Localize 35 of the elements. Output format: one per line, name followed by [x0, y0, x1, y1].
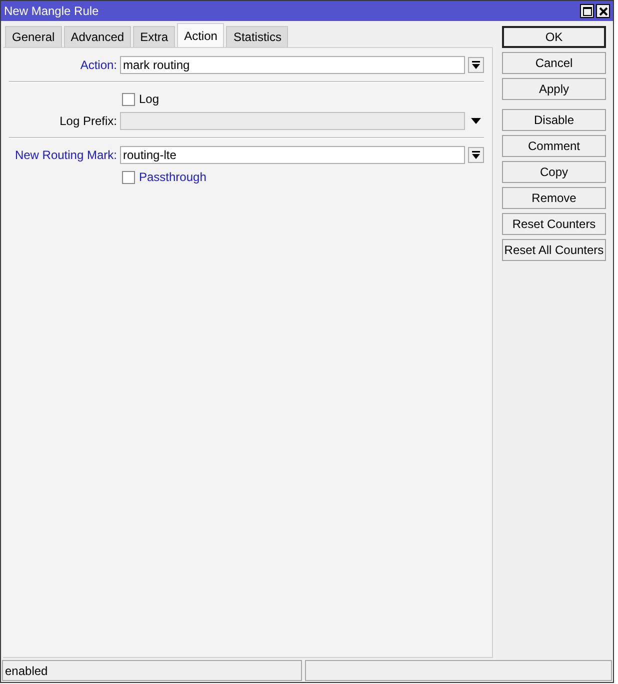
dialog-button[interactable]: Reset All Counters [502, 239, 606, 261]
field-label: New Routing Mark: [14, 147, 118, 164]
maximize-button[interactable] [580, 4, 594, 18]
arrow-down-icon[interactable] [471, 118, 481, 124]
maximize-icon [582, 6, 592, 16]
dialog-button[interactable]: Comment [502, 135, 606, 157]
field-label: Log Prefix: [58, 113, 118, 130]
close-button[interactable] [596, 4, 610, 18]
dropdown-button[interactable] [468, 147, 484, 163]
tab[interactable]: Advanced [64, 26, 132, 47]
field-label: Action: [79, 57, 118, 74]
tab[interactable]: General [5, 26, 62, 47]
dialog-button[interactable]: OK [502, 26, 606, 48]
dialog-button[interactable]: Cancel [502, 52, 606, 74]
checkbox-label: Log [139, 91, 160, 108]
dropdown-button[interactable] [468, 57, 484, 73]
dialog-button[interactable]: Reset Counters [502, 213, 606, 235]
combo-field[interactable]: mark routing [120, 56, 465, 74]
dialog-button[interactable]: Disable [502, 109, 606, 131]
checkbox[interactable] [122, 170, 135, 184]
dialog-button[interactable]: Apply [502, 78, 606, 100]
dialog-button[interactable]: Remove [502, 187, 606, 209]
tab[interactable]: Statistics [226, 26, 288, 47]
checkbox-label: Passthrough [139, 169, 206, 186]
window-title: New Mangle Rule [4, 3, 99, 20]
checkbox[interactable] [122, 92, 135, 106]
combo-field[interactable]: routing-lte [120, 146, 465, 164]
close-icon [598, 6, 608, 16]
tab[interactable]: Action [177, 23, 224, 47]
status-text: enabled [2, 660, 302, 681]
arrow-down-icon [472, 150, 480, 160]
dialog-button[interactable]: Copy [502, 161, 606, 183]
text-field[interactable] [120, 112, 465, 130]
arrow-down-icon [472, 60, 480, 70]
tab[interactable]: Extra [133, 26, 176, 47]
